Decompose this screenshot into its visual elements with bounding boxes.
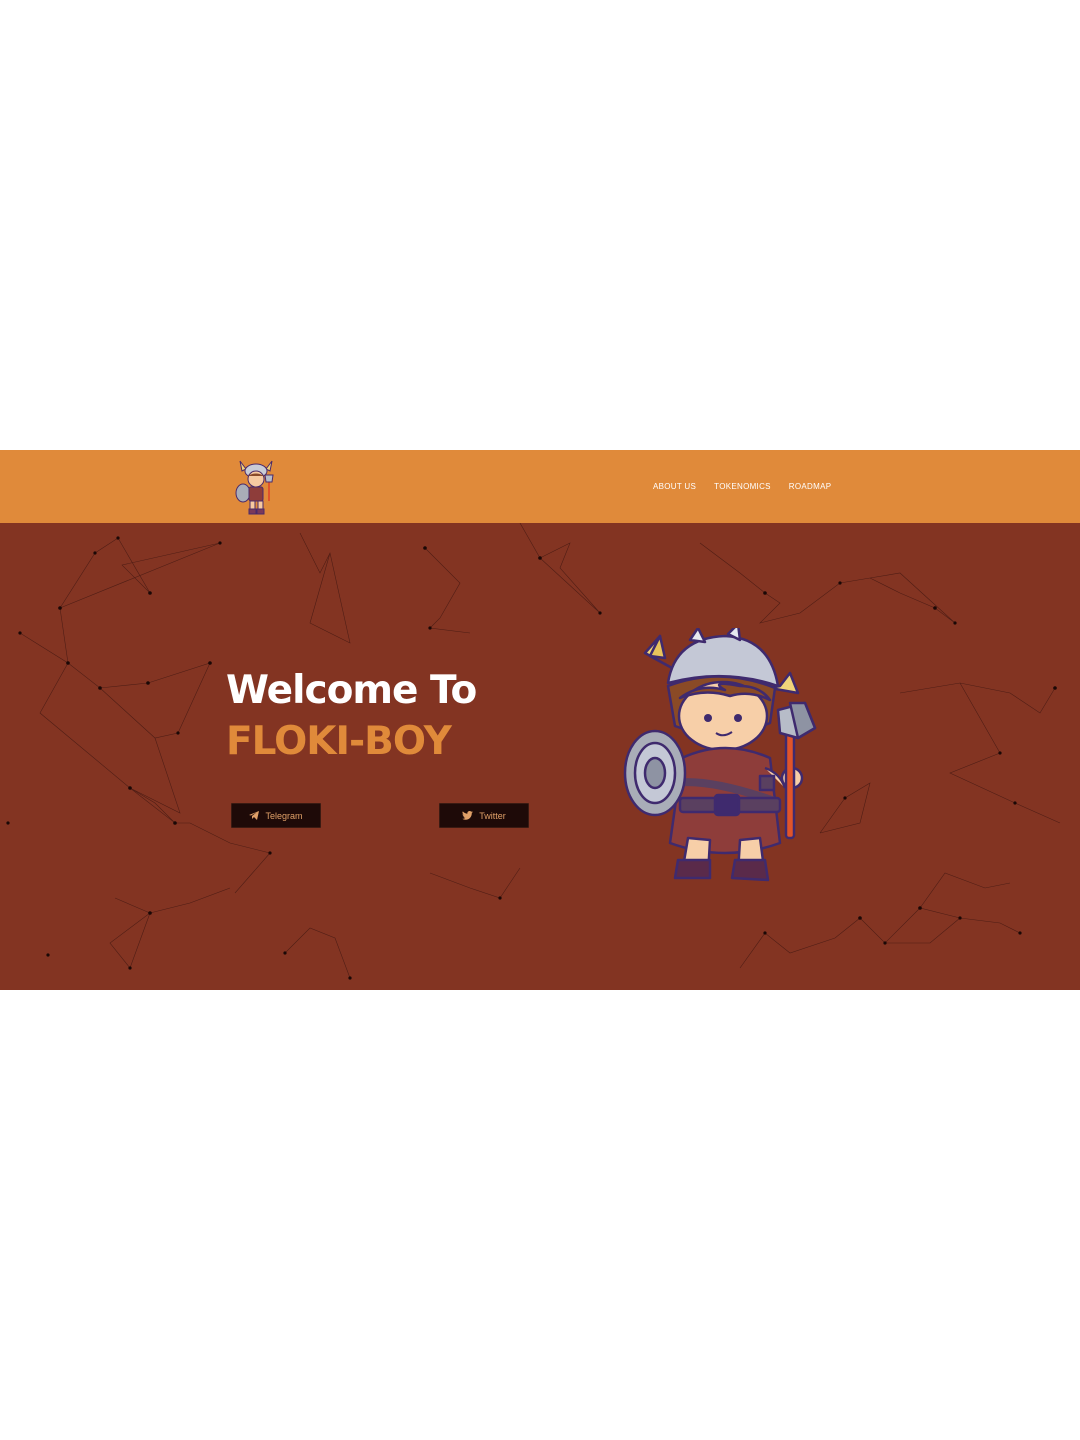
viking-boy-mascot bbox=[620, 622, 835, 883]
telegram-icon bbox=[249, 811, 260, 820]
site-header: ABOUT US TOKENOMICS ROADMAP bbox=[0, 450, 1080, 523]
twitter-button[interactable]: Twitter bbox=[439, 803, 529, 828]
network-background-pattern bbox=[6, 523, 1061, 980]
hero-title-brand: FLOKI-BOY bbox=[226, 719, 452, 764]
twitter-icon bbox=[462, 811, 474, 820]
hero-title-welcome: Welcome To bbox=[226, 668, 477, 713]
main-nav: ABOUT US TOKENOMICS ROADMAP bbox=[653, 482, 831, 491]
nav-about-us[interactable]: ABOUT US bbox=[653, 482, 696, 491]
twitter-button-label: Twitter bbox=[479, 810, 506, 821]
telegram-button-label: Telegram bbox=[265, 810, 303, 821]
nav-tokenomics[interactable]: TOKENOMICS bbox=[714, 482, 771, 491]
viking-boy-logo-icon[interactable] bbox=[232, 457, 280, 517]
telegram-button[interactable]: Telegram bbox=[231, 803, 321, 828]
nav-roadmap[interactable]: ROADMAP bbox=[789, 482, 832, 491]
hero-section: Welcome To FLOKI-BOY Telegram Twitter bbox=[0, 523, 1080, 990]
